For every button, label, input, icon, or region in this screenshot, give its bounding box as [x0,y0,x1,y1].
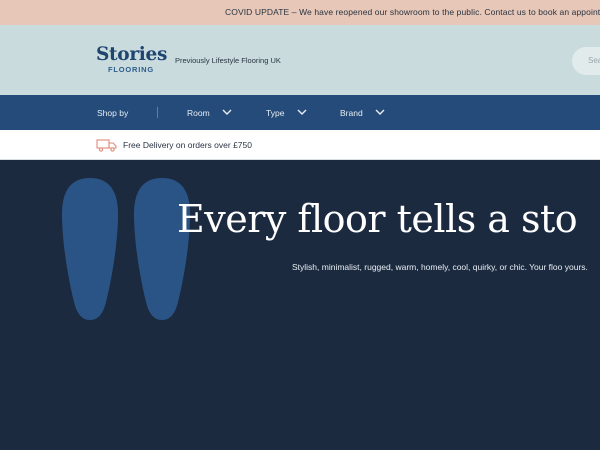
delivery-text: Free Delivery on orders over £750 [123,140,252,150]
main-nav: Shop by Room Type Brand [0,95,600,130]
hero-section: Every floor tells a sto Stylish, minimal… [0,160,600,450]
nav-divider [157,107,158,118]
hero-subtitle: Stylish, minimalist, rugged, warm, homel… [292,262,588,272]
search-placeholder: Sea [588,56,600,65]
logo[interactable]: Stories FLOORING [96,45,167,75]
logo-subtitle: FLOORING [108,65,154,74]
search-input[interactable]: Sea [572,47,600,75]
delivery-banner: Free Delivery on orders over £750 [0,130,600,160]
quote-mark-icon [62,178,190,320]
chevron-down-icon[interactable] [297,108,307,116]
delivery-truck-icon [96,139,117,152]
nav-item-brand[interactable]: Brand [340,108,363,118]
nav-item-room[interactable]: Room [187,108,210,118]
logo-wordmark: Stories [96,44,168,65]
nav-item-type[interactable]: Type [266,108,284,118]
announcement-bar: COVID UPDATE – We have reopened our show… [0,0,600,25]
hero-title: Every floor tells a sto [177,197,578,241]
site-header: Stories FLOORING Previously Lifestyle Fl… [0,25,600,95]
chevron-down-icon[interactable] [375,108,385,116]
nav-shop-by-label: Shop by [97,108,129,118]
announcement-text[interactable]: COVID UPDATE – We have reopened our show… [225,7,600,17]
chevron-down-icon[interactable] [222,108,232,116]
header-tagline: Previously Lifestyle Flooring UK [175,56,281,65]
